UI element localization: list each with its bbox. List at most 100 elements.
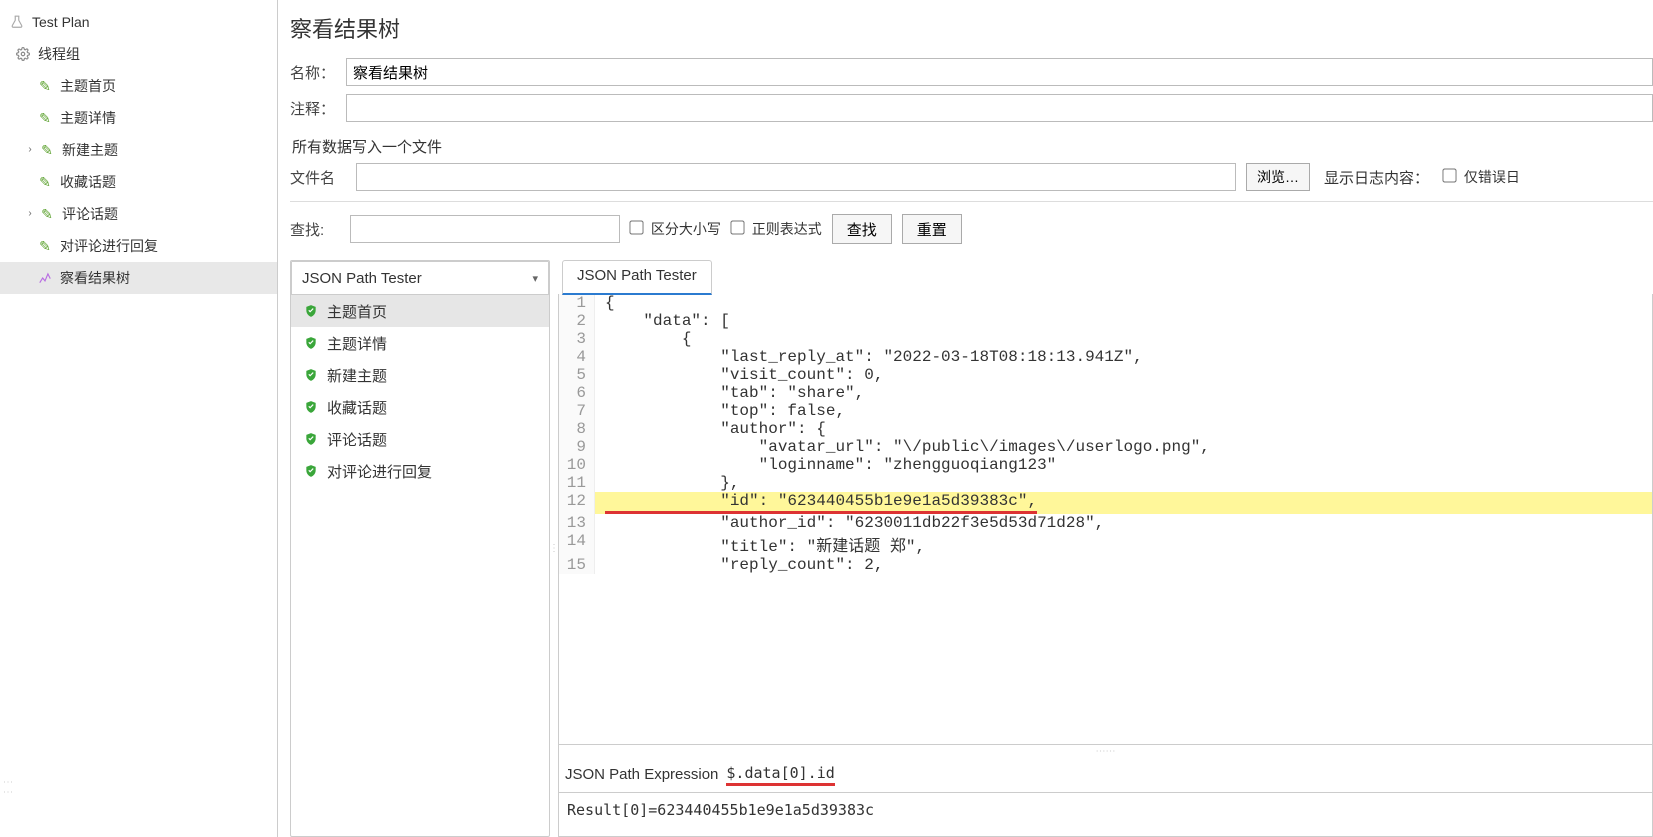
code-content: { xyxy=(595,330,1652,348)
pencil-icon: ✎ xyxy=(36,173,54,191)
code-content: "title": "新建话题 郑", xyxy=(595,532,1652,556)
result-item-label: 对评论进行回复 xyxy=(327,461,432,482)
code-line: 13 "author_id": "6230011db22f3e5d53d71d2… xyxy=(559,514,1652,532)
tree-item-label: 主题详情 xyxy=(60,108,116,128)
code-line: 7 "top": false, xyxy=(559,402,1652,420)
code-content: "visit_count": 0, xyxy=(595,366,1652,384)
comment-input[interactable] xyxy=(346,94,1653,122)
comment-label: 注释： xyxy=(290,98,346,119)
line-number: 6 xyxy=(559,384,595,402)
result-item-label: 收藏话题 xyxy=(327,397,387,418)
renderer-dropdown-value: JSON Path Tester xyxy=(302,270,422,287)
result-item[interactable]: 对评论进行回复 xyxy=(291,455,549,487)
result-item-label: 主题详情 xyxy=(327,333,387,354)
caret-right-icon: › xyxy=(24,144,36,156)
reset-button[interactable]: 重置 xyxy=(902,214,962,244)
regex-checkbox-wrap[interactable]: 正则表达式 xyxy=(731,219,822,239)
filename-label: 文件名 xyxy=(290,167,346,188)
name-label: 名称： xyxy=(290,62,346,83)
code-content: "reply_count": 2, xyxy=(595,556,1652,574)
tree-item-comment[interactable]: › ✎ 评论话题 xyxy=(0,198,277,230)
code-content: "author": { xyxy=(595,420,1652,438)
search-input[interactable] xyxy=(350,215,620,243)
success-shield-icon xyxy=(303,431,319,447)
regex-checkbox[interactable] xyxy=(730,220,744,234)
jsonpath-result-box: Result[0]=623440455b1e9e1a5d39383c xyxy=(558,793,1653,837)
search-label: 查找: xyxy=(290,219,340,240)
code-content: "author_id": "6230011db22f3e5d53d71d28", xyxy=(595,514,1652,532)
result-item[interactable]: 评论话题 xyxy=(291,423,549,455)
drag-handle-icon[interactable]: ⋮⋮ xyxy=(2,777,13,797)
filename-input[interactable] xyxy=(356,163,1236,191)
tree-item-label: 收藏话题 xyxy=(60,172,116,192)
case-checkbox[interactable] xyxy=(629,220,643,234)
navigation-tree: Test Plan 线程组 ✎ 主题首页 ✎ 主题详情 › ✎ 新建主题 ✎ 收… xyxy=(0,0,278,837)
code-line: 14 "title": "新建话题 郑", xyxy=(559,532,1652,556)
browse-button[interactable]: 浏览… xyxy=(1246,163,1310,191)
tree-item-reply[interactable]: ✎ 对评论进行回复 xyxy=(0,230,277,262)
success-shield-icon xyxy=(303,303,319,319)
renderer-dropdown[interactable]: JSON Path Tester ▾ xyxy=(291,261,549,295)
tree-thread-group-label: 线程组 xyxy=(38,44,80,64)
tree-thread-group[interactable]: 线程组 xyxy=(0,38,277,70)
flask-icon xyxy=(8,13,26,31)
only-errors-checkbox-wrap[interactable]: 仅错误日 xyxy=(1443,167,1520,187)
line-number: 14 xyxy=(559,532,595,556)
tree-item-detail[interactable]: ✎ 主题详情 xyxy=(0,102,277,134)
line-number: 13 xyxy=(559,514,595,532)
tree-item-label: 新建主题 xyxy=(62,140,118,160)
result-item[interactable]: 主题首页 xyxy=(291,295,549,327)
success-shield-icon xyxy=(303,463,319,479)
write-all-label: 所有数据写入一个文件 xyxy=(290,126,1653,161)
line-number: 12 xyxy=(559,492,595,514)
gear-icon xyxy=(14,45,32,63)
tree-item-label: 对评论进行回复 xyxy=(60,236,158,256)
code-line: 2 "data": [ xyxy=(559,312,1652,330)
result-item-label: 新建主题 xyxy=(327,365,387,386)
line-number: 5 xyxy=(559,366,595,384)
vertical-splitter[interactable]: ⋮ xyxy=(550,260,558,837)
code-line: 3 { xyxy=(559,330,1652,348)
case-checkbox-wrap[interactable]: 区分大小写 xyxy=(630,219,721,239)
tab-json-path-tester[interactable]: JSON Path Tester xyxy=(562,260,712,295)
tree-item-label: 察看结果树 xyxy=(60,268,130,288)
line-number: 4 xyxy=(559,348,595,366)
code-line: 8 "author": { xyxy=(559,420,1652,438)
code-line: 6 "tab": "share", xyxy=(559,384,1652,402)
tree-root-label: Test Plan xyxy=(32,14,90,30)
only-errors-checkbox[interactable] xyxy=(1442,168,1456,182)
code-content: "avatar_url": "\/public\/images\/userlog… xyxy=(595,438,1652,456)
tree-root-test-plan[interactable]: Test Plan xyxy=(0,6,277,38)
code-content: { xyxy=(595,294,1652,312)
code-content: "data": [ xyxy=(595,312,1652,330)
regex-label: 正则表达式 xyxy=(752,221,822,237)
code-line: 10 "loginname": "zhengguoqiang123" xyxy=(559,456,1652,474)
name-input[interactable] xyxy=(346,58,1653,86)
tab-bar: JSON Path Tester xyxy=(558,260,1653,294)
result-item[interactable]: 新建主题 xyxy=(291,359,549,391)
result-item[interactable]: 主题详情 xyxy=(291,327,549,359)
tree-item-view-results[interactable]: 察看结果树 xyxy=(0,262,277,294)
code-content: "loginname": "zhengguoqiang123" xyxy=(595,456,1652,474)
response-code-area[interactable]: 1{2 "data": [3 {4 "last_reply_at": "2022… xyxy=(558,294,1653,745)
line-number: 3 xyxy=(559,330,595,348)
horizontal-splitter[interactable]: ⋯⋯ xyxy=(558,745,1653,757)
graph-icon xyxy=(36,269,54,287)
line-number: 10 xyxy=(559,456,595,474)
code-content: "last_reply_at": "2022-03-18T08:18:13.94… xyxy=(595,348,1652,366)
case-label: 区分大小写 xyxy=(651,221,721,237)
code-line: 5 "visit_count": 0, xyxy=(559,366,1652,384)
divider xyxy=(290,201,1653,202)
result-list: 主题首页 主题详情 新建主题 收藏话题 评论话题 xyxy=(291,295,549,487)
jsonpath-label: JSON Path Expression xyxy=(565,766,718,783)
jsonpath-input[interactable]: $.data[0].id xyxy=(726,764,834,786)
show-log-label: 显示日志内容： xyxy=(1320,167,1433,188)
code-line: 1{ xyxy=(559,294,1652,312)
code-content: "tab": "share", xyxy=(595,384,1652,402)
tree-item-new-topic[interactable]: › ✎ 新建主题 xyxy=(0,134,277,166)
result-item[interactable]: 收藏话题 xyxy=(291,391,549,423)
tree-item-home[interactable]: ✎ 主题首页 xyxy=(0,70,277,102)
panel-title: 察看结果树 xyxy=(290,8,1653,54)
tree-item-favorite[interactable]: ✎ 收藏话题 xyxy=(0,166,277,198)
find-button[interactable]: 查找 xyxy=(832,214,892,244)
